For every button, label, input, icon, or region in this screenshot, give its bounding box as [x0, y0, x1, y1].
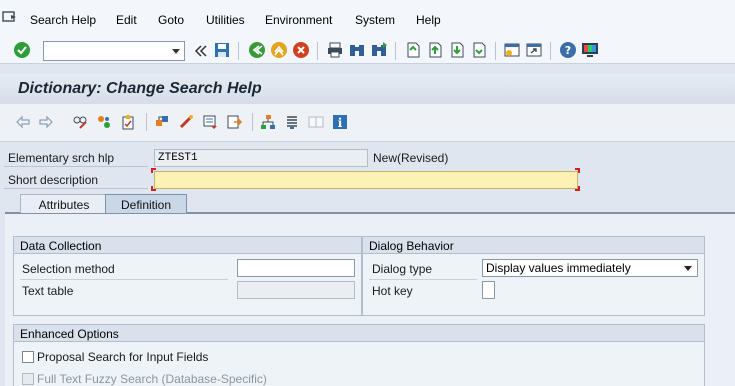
- display-change-icon[interactable]: [72, 114, 88, 130]
- tab-definition-label: Definition: [120, 198, 172, 212]
- search-help-name-field[interactable]: ZTEST1: [154, 149, 368, 167]
- hierarchy-icon[interactable]: [260, 114, 276, 130]
- toolbar-separator: [238, 42, 239, 60]
- find-icon[interactable]: [348, 41, 366, 59]
- cancel-icon[interactable]: [292, 41, 310, 59]
- sap-menu-icon[interactable]: [2, 10, 18, 24]
- previous-page-icon[interactable]: [426, 41, 444, 59]
- chevron-down-icon[interactable]: [684, 266, 692, 271]
- tab-definition[interactable]: Definition: [105, 194, 187, 213]
- shortcut-icon[interactable]: [525, 41, 543, 59]
- toolbar-separator: [550, 42, 551, 60]
- fuzzy-search-checkbox: [22, 373, 34, 385]
- menu-bar: Search Help Edit Goto Utilities Environm…: [0, 0, 735, 38]
- short-description-label-box: Short description: [4, 171, 148, 189]
- tab-attributes-label: Attributes: [38, 198, 90, 212]
- back-icon[interactable]: [248, 41, 266, 59]
- tab-attributes[interactable]: Attributes: [20, 194, 108, 213]
- toolbar-separator: [395, 42, 396, 60]
- chevron-down-icon[interactable]: [172, 49, 180, 54]
- save-icon[interactable]: [213, 41, 231, 59]
- enhanced-options-group: Enhanced Options Proposal Search for Inp…: [13, 324, 705, 386]
- customize-layout-icon[interactable]: [581, 41, 599, 59]
- activate-icon[interactable]: [154, 114, 170, 130]
- selection-method-field[interactable]: [237, 259, 355, 277]
- data-collection-title: Data Collection: [14, 237, 361, 254]
- help-icon[interactable]: ?: [559, 41, 577, 59]
- dialog-type-value: Display values immediately: [486, 261, 631, 275]
- svg-text:i: i: [338, 116, 343, 130]
- documentation-icon[interactable]: [308, 114, 324, 130]
- check-icon[interactable]: [120, 114, 136, 130]
- test-icon[interactable]: [284, 114, 300, 130]
- menu-system[interactable]: System: [355, 13, 395, 27]
- search-help-label-box: Elementary srch hlp: [4, 149, 148, 167]
- short-description-field[interactable]: [154, 171, 578, 189]
- toolbar-separator: [146, 113, 147, 131]
- enter-icon[interactable]: [13, 41, 31, 59]
- toolbar-separator: [317, 42, 318, 60]
- where-used-icon[interactable]: [178, 114, 194, 130]
- dialog-behavior-title: Dialog Behavior: [363, 237, 704, 254]
- dialog-type-select[interactable]: Display values immediately: [482, 259, 698, 277]
- display-object-list-icon[interactable]: [202, 114, 218, 130]
- menu-goto[interactable]: Goto: [158, 13, 184, 27]
- find-next-icon[interactable]: [370, 41, 388, 59]
- fuzzy-search-label: Full Text Fuzzy Search (Database-Specifi…: [37, 372, 267, 386]
- svg-text:?: ?: [565, 44, 571, 57]
- divider: [20, 279, 228, 280]
- other-object-icon[interactable]: [96, 114, 112, 130]
- dialog-type-label: Dialog type: [372, 262, 433, 276]
- page-title: Dictionary: Change Search Help: [18, 80, 262, 97]
- selection-method-label: Selection method: [22, 262, 115, 276]
- hot-key-field[interactable]: [482, 281, 495, 299]
- next-page-icon[interactable]: [448, 41, 466, 59]
- proposal-search-checkbox[interactable]: [22, 351, 34, 363]
- text-table-field[interactable]: [237, 281, 355, 299]
- new-session-icon[interactable]: [503, 41, 521, 59]
- menu-help[interactable]: Help: [416, 13, 441, 27]
- search-help-name-value: ZTEST1: [158, 152, 198, 164]
- search-help-label: Elementary srch hlp: [8, 151, 115, 165]
- exit-icon[interactable]: [270, 41, 288, 59]
- menu-search-help[interactable]: Search Help: [30, 13, 96, 27]
- hot-key-label: Hot key: [372, 284, 413, 298]
- navigation-window-icon[interactable]: [226, 114, 242, 130]
- enhanced-options-title: Enhanced Options: [14, 325, 704, 342]
- title-bar: Dictionary: Change Search Help: [0, 74, 735, 104]
- menu-environment[interactable]: Environment: [265, 13, 332, 27]
- proposal-search-label: Proposal Search for Input Fields: [37, 350, 209, 364]
- required-marker: [575, 186, 580, 191]
- text-table-label: Text table: [22, 284, 74, 298]
- toolbar-separator: [495, 42, 496, 60]
- forward-arrow-icon[interactable]: [38, 114, 54, 130]
- status-text: New(Revised): [373, 151, 449, 165]
- print-icon[interactable]: [326, 41, 344, 59]
- short-description-label: Short description: [8, 173, 99, 187]
- divider: [369, 279, 477, 280]
- last-page-icon[interactable]: [470, 41, 488, 59]
- menu-edit[interactable]: Edit: [116, 13, 137, 27]
- data-collection-group: Data Collection Selection method Text ta…: [13, 236, 362, 316]
- command-field[interactable]: [43, 41, 185, 61]
- first-page-icon[interactable]: [404, 41, 422, 59]
- required-marker: [151, 168, 156, 173]
- required-marker: [151, 186, 156, 191]
- menu-utilities[interactable]: Utilities: [206, 13, 245, 27]
- dialog-behavior-group: Dialog Behavior Dialog type Display valu…: [362, 236, 705, 316]
- info-icon[interactable]: i: [332, 114, 348, 130]
- required-marker: [575, 168, 580, 173]
- expand-command-icon[interactable]: [192, 42, 210, 60]
- back-arrow-icon[interactable]: [15, 114, 31, 130]
- toolbar-separator: [252, 113, 253, 131]
- application-toolbar: i: [0, 104, 735, 142]
